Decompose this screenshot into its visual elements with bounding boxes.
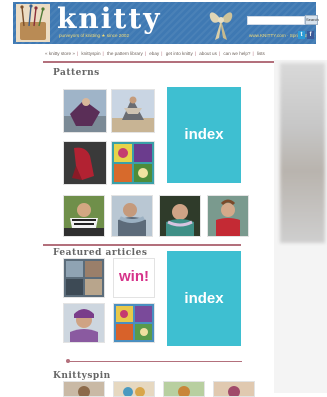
pattern-thumb-5[interactable]	[63, 195, 105, 237]
pattern-thumb-7[interactable]	[159, 195, 201, 237]
carousel-track	[67, 361, 242, 362]
pattern-thumb-3[interactable]	[63, 141, 107, 185]
section-title-knittyspin: Knittyspin	[53, 371, 111, 381]
nav-item-help[interactable]: can we help?	[223, 51, 250, 56]
featured-win-tile[interactable]: win!	[113, 258, 155, 298]
nav-item-lists[interactable]: lists	[257, 51, 265, 56]
featured-thumb-4[interactable]	[113, 303, 155, 343]
patterns-index-tile[interactable]: index	[167, 87, 241, 183]
pattern-thumb-6[interactable]	[111, 195, 153, 237]
search-input[interactable]	[247, 16, 305, 25]
site-tagline: purveyors of knitting ★ since 2002	[59, 33, 129, 38]
section-title-featured: Featured articles	[53, 248, 148, 258]
facebook-icon[interactable]: f	[307, 31, 314, 39]
spin-thumb-1[interactable]	[63, 381, 105, 397]
search-button[interactable]: Search	[305, 15, 319, 25]
carousel-handle[interactable]	[66, 359, 70, 363]
site-header: knitty purveyors of knitting ★ since 200…	[13, 2, 319, 44]
pattern-thumb-1[interactable]	[63, 89, 107, 133]
pattern-thumb-2[interactable]	[111, 89, 155, 133]
win-label: win!	[119, 268, 149, 285]
twitter-icon[interactable]: t	[298, 31, 305, 39]
spin-thumb-2[interactable]	[113, 381, 155, 397]
nav-item-ebay[interactable]: ebay	[149, 51, 159, 56]
main-nav: « knitty store » | knittyspin | the patter…	[45, 51, 265, 56]
section-divider-1	[43, 244, 241, 246]
nav-divider	[43, 61, 305, 63]
spin-thumb-4[interactable]	[213, 381, 255, 397]
nav-item-about-us[interactable]: about us	[199, 51, 217, 56]
knitting-needles-icon	[16, 4, 50, 42]
featured-thumb-1[interactable]	[63, 258, 105, 298]
section-title-patterns: Patterns	[53, 68, 100, 78]
pattern-thumb-4[interactable]	[111, 141, 155, 185]
featured-thumb-3[interactable]	[63, 303, 105, 343]
nav-item-knittyspin[interactable]: knittyspin	[81, 51, 100, 56]
nav-item-store[interactable]: « knitty store »	[45, 51, 75, 56]
nav-item-pattern-library[interactable]: the pattern library	[107, 51, 143, 56]
sidebar-ad[interactable]	[280, 63, 325, 243]
featured-index-tile[interactable]: index	[167, 251, 241, 346]
site-logo[interactable]: knitty	[57, 5, 162, 33]
spin-thumb-3[interactable]	[163, 381, 205, 397]
nav-item-get-into-knitty[interactable]: get into knitty	[166, 51, 193, 56]
pattern-thumb-8[interactable]	[207, 195, 249, 237]
ribbon-bow-icon	[209, 12, 233, 40]
